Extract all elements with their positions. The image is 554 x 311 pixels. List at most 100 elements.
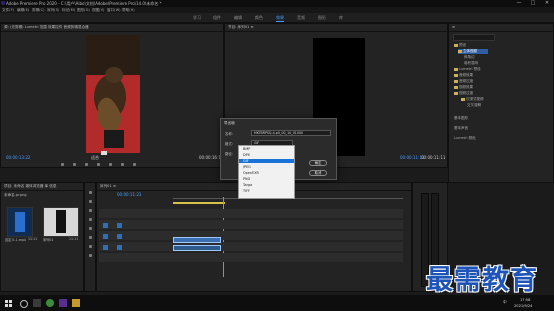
source-monitor-tab[interactable]: 源: (无剪辑) Lumetri 范围 效果控件 音频剪辑混合器 bbox=[1, 24, 223, 32]
format-option-openexr[interactable]: OpenEXR bbox=[243, 171, 259, 175]
mark-out-icon[interactable] bbox=[73, 163, 76, 166]
track-target-v1[interactable] bbox=[103, 223, 108, 228]
workspace-tab-color[interactable]: 颜色 bbox=[255, 15, 263, 21]
effects-tab[interactable]: ≡ bbox=[449, 24, 553, 32]
sequence-label: 序列01 bbox=[43, 238, 54, 242]
track-v2 bbox=[99, 220, 403, 229]
clip-thumbnail[interactable] bbox=[7, 207, 33, 237]
format-option-jpeg[interactable]: JPEG bbox=[243, 165, 251, 169]
effects-item-presets[interactable]: 预设 bbox=[459, 43, 466, 47]
video-clip[interactable] bbox=[173, 237, 221, 243]
maximize-button[interactable]: □ bbox=[526, 0, 540, 7]
effects-sub-reverb[interactable]: 卷积混响 bbox=[464, 61, 478, 65]
overwrite-icon[interactable] bbox=[133, 163, 136, 166]
explorer-icon[interactable] bbox=[72, 299, 80, 307]
minimize-button[interactable]: — bbox=[512, 0, 526, 7]
panel-essential-graphics[interactable]: 基本图形 bbox=[454, 116, 468, 120]
track-toggle-v1[interactable] bbox=[117, 223, 122, 228]
ok-button[interactable]: 确定 bbox=[309, 160, 327, 166]
selection-tool-icon[interactable] bbox=[89, 191, 92, 194]
panel-lumetri-color[interactable]: Lumetri 颜色 bbox=[454, 136, 476, 140]
format-option-gif[interactable]: GIF bbox=[239, 159, 294, 163]
clip-duration: 11:11 bbox=[28, 237, 38, 241]
timeline-timecode[interactable]: 00:00:11:23 bbox=[117, 192, 141, 197]
clock-time[interactable]: 17:58 bbox=[520, 298, 530, 302]
workspace-tab-audio[interactable]: 音频 bbox=[297, 15, 305, 21]
razor-tool-icon[interactable] bbox=[89, 218, 92, 221]
search-icon[interactable] bbox=[20, 300, 28, 308]
workspace-tab-graphics[interactable]: 图形 bbox=[318, 15, 326, 21]
pen-tool-icon[interactable] bbox=[89, 236, 92, 239]
track-target-a1[interactable] bbox=[103, 234, 108, 239]
workspace-tab-effects[interactable]: 效果 bbox=[276, 15, 284, 22]
playhead-marker[interactable] bbox=[101, 151, 107, 155]
workspace-tab-libraries[interactable]: 库 bbox=[339, 15, 343, 21]
format-option-targa[interactable]: Targa bbox=[243, 183, 252, 187]
format-option-tiff[interactable]: TIFF bbox=[243, 189, 250, 193]
program-monitor-tab[interactable]: 节目: 序列01 ≡ bbox=[225, 24, 447, 32]
premiere-taskbar-icon[interactable] bbox=[59, 299, 67, 307]
workspace-tab-learn[interactable]: 学习 bbox=[193, 15, 201, 21]
sequence-duration: 11:11 bbox=[69, 237, 79, 241]
ime-indicator[interactable]: 中 bbox=[503, 300, 507, 305]
project-panel: 项目: 未命名 媒体浏览器 库 信息 未命名.prproj 自定义-1.mp4 … bbox=[0, 182, 84, 292]
workspace-tab-assembly[interactable]: 组件 bbox=[213, 15, 221, 21]
workspace-bar: 学习 组件 编辑 颜色 效果 音频 图形 库 bbox=[0, 13, 554, 23]
track-toggle-a2[interactable] bbox=[117, 245, 122, 250]
effects-item-stereo[interactable]: 立体视频 bbox=[463, 49, 477, 53]
source-fit-select[interactable]: 适合 bbox=[91, 155, 99, 161]
slip-tool-icon[interactable] bbox=[89, 227, 92, 230]
effects-item-immersive[interactable]: 沉浸式视频 bbox=[466, 97, 484, 101]
folder-icon bbox=[454, 91, 458, 95]
ripple-edit-tool-icon[interactable] bbox=[89, 209, 92, 212]
workspace-tab-editing[interactable]: 编辑 bbox=[234, 15, 242, 21]
step-back-icon[interactable] bbox=[85, 163, 88, 166]
hand-tool-icon[interactable] bbox=[89, 245, 92, 248]
format-option-bmp[interactable]: BMP bbox=[243, 147, 250, 151]
effects-item-lumetri[interactable]: Lumetri 预设 bbox=[459, 67, 481, 71]
source-timecode[interactable]: 00:00:13:22 bbox=[6, 155, 30, 160]
tools-panel bbox=[84, 182, 96, 292]
clock-date[interactable]: 2021/9/24 bbox=[514, 304, 532, 308]
folder-icon bbox=[458, 49, 462, 53]
dialog-title: 导出帧 bbox=[224, 121, 235, 125]
sequence-thumbnail[interactable] bbox=[43, 207, 79, 237]
format-option-dpx[interactable]: DPX bbox=[243, 153, 250, 157]
panel-essential-sound[interactable]: 基本声音 bbox=[454, 126, 468, 130]
mark-in-icon[interactable] bbox=[61, 163, 64, 166]
windows-start-icon[interactable] bbox=[5, 300, 12, 307]
track-a1 bbox=[99, 242, 403, 251]
effects-item-audio-effects[interactable]: 音频效果 bbox=[459, 73, 473, 77]
track-target-a2[interactable] bbox=[103, 245, 108, 250]
insert-icon[interactable] bbox=[121, 163, 124, 166]
step-forward-icon[interactable] bbox=[109, 163, 112, 166]
type-tool-icon[interactable] bbox=[89, 254, 92, 257]
folder-icon bbox=[454, 73, 458, 77]
project-name: 未命名.prproj bbox=[4, 193, 27, 197]
close-button[interactable]: ✕ bbox=[540, 0, 554, 7]
play-icon[interactable] bbox=[97, 163, 100, 166]
task-view-icon[interactable] bbox=[33, 299, 41, 307]
folder-icon bbox=[454, 43, 458, 47]
folder-icon bbox=[454, 79, 458, 83]
effects-item-video-transitions[interactable]: 视频过渡 bbox=[459, 91, 473, 95]
track-select-tool-icon[interactable] bbox=[89, 200, 92, 203]
cat-image bbox=[86, 35, 140, 153]
effects-sub-bevel[interactable]: 斜角边 bbox=[464, 55, 475, 59]
effects-item-video-effects[interactable]: 视频效果 bbox=[459, 85, 473, 89]
format-option-png[interactable]: PNG bbox=[243, 177, 250, 181]
name-input[interactable]: MKTBRPSQ-4-p0_00_10_01000 bbox=[251, 130, 331, 136]
effects-item-audio-transitions[interactable]: 音频过渡 bbox=[459, 79, 473, 83]
audio-clip[interactable] bbox=[173, 245, 221, 251]
source-transport-controls bbox=[61, 163, 171, 167]
folder-icon bbox=[454, 67, 458, 71]
project-tab[interactable]: 项目: 未命名 媒体浏览器 库 信息 bbox=[1, 183, 83, 191]
watermark-logo: 最需教育 bbox=[426, 265, 538, 296]
effects-search-input[interactable] bbox=[453, 34, 495, 41]
work-area-bar[interactable] bbox=[173, 202, 225, 204]
cancel-button[interactable]: 取消 bbox=[309, 170, 327, 176]
track-toggle-a1[interactable] bbox=[117, 234, 122, 239]
effects-item-cross-dissolve[interactable]: 交叉溶解 bbox=[467, 103, 481, 107]
browser-icon[interactable] bbox=[46, 299, 54, 307]
premiere-logo-icon bbox=[1, 1, 5, 5]
